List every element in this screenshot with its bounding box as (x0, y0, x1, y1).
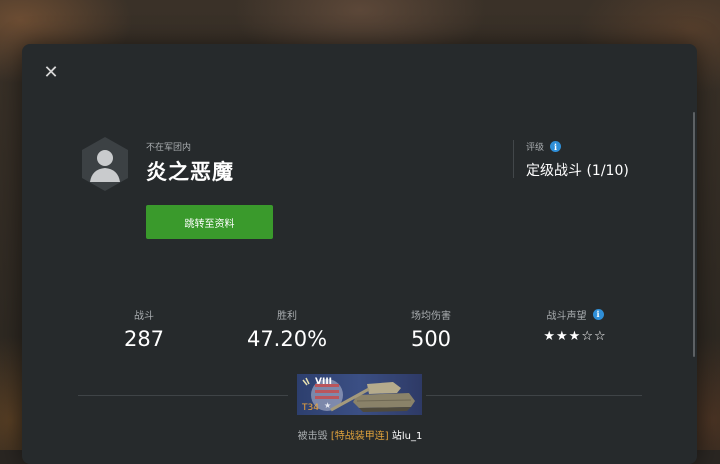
reputation-stars: ★★★☆☆ (543, 329, 607, 344)
player-name: 炎之恶魔 (146, 160, 234, 184)
stat-label: 场均伤害 (411, 310, 451, 322)
tank-name: T34 (302, 403, 319, 413)
destroyed-by-prefix: 被击毁 (297, 431, 328, 442)
divider (426, 395, 642, 396)
close-icon[interactable]: ✕ (42, 64, 60, 82)
stat-battles: 战斗 287 (74, 307, 214, 352)
killer-player-name[interactable]: 站lu_1 (392, 431, 422, 442)
rating-label: 评级 (526, 143, 545, 153)
rating-value: 定级战斗 (1/10) (526, 163, 629, 179)
stat-winrate: 胜利 47.20% (217, 307, 357, 352)
stat-label: 胜利 (277, 310, 297, 322)
stat-label: 战斗 (134, 310, 154, 322)
destroyed-by-line: 被击毁 [特战装甲连] 站lu_1 (0, 427, 720, 442)
stat-value: 287 (123, 327, 165, 351)
avatar (82, 137, 128, 191)
tank-tier: VIII (315, 377, 333, 387)
player-profile-dialog: ✕ 不在军团内 炎之恶魔 评级 i 定级战斗 (1/10) 跳转至资料 战斗 2… (22, 44, 697, 464)
svg-text:★: ★ (324, 401, 331, 410)
tank-card[interactable]: ★ VIII T34 (297, 374, 422, 415)
scrollbar[interactable] (693, 112, 695, 357)
clan-status: 不在军团内 (146, 143, 192, 153)
divider (78, 395, 288, 396)
killer-clan-tag[interactable]: [特战装甲连] (331, 431, 389, 442)
stat-label: 战斗声望 (546, 310, 587, 322)
stat-reputation: 战斗声望 i ★★★☆☆ (505, 307, 645, 344)
rating-label-row: 评级 i (526, 140, 562, 153)
info-icon[interactable]: i (592, 308, 604, 320)
stat-value: 500 (410, 327, 452, 351)
info-icon[interactable]: i (550, 141, 562, 152)
divider (513, 140, 514, 178)
stat-label-row: 战斗声望 i (505, 307, 645, 322)
go-to-profile-button[interactable]: 跳转至资料 (146, 205, 273, 239)
stat-avg-damage: 场均伤害 500 (361, 307, 501, 352)
stat-value: 47.20% (246, 327, 328, 351)
